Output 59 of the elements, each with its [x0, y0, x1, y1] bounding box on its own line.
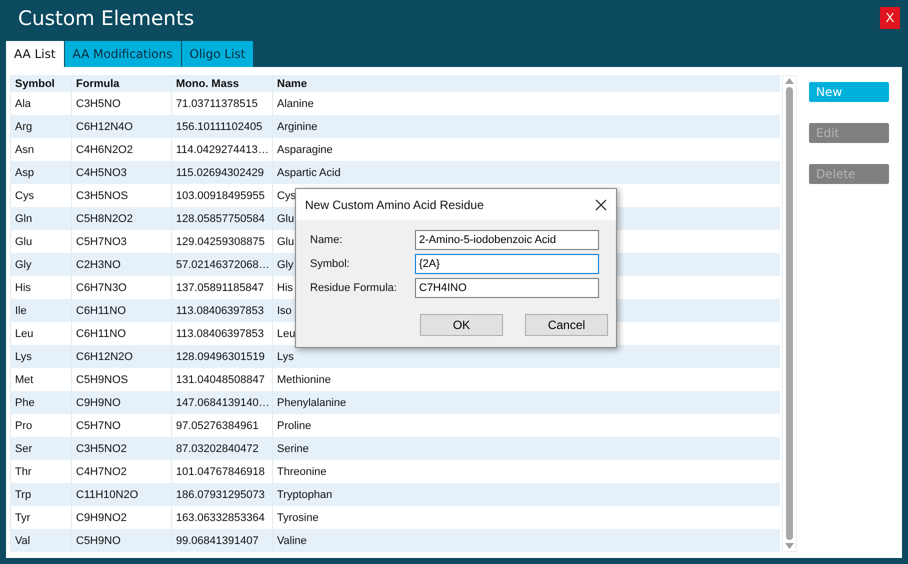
table-cell: C6H12N4O: [72, 115, 172, 138]
table-cell: C3H5NO2: [72, 437, 172, 460]
close-icon[interactable]: [595, 198, 607, 210]
tab[interactable]: AA Modifications: [64, 41, 182, 67]
close-button[interactable]: X: [880, 6, 900, 28]
tab[interactable]: Oligo List: [182, 41, 254, 67]
table-cell: 57.02146372068…: [172, 253, 272, 276]
table-cell: Phenylalanine: [272, 391, 780, 414]
table-cell: 128.05857750584: [172, 207, 272, 230]
table-cell: Asp: [10, 161, 72, 184]
table-cell: 128.09496301519: [172, 345, 272, 368]
dialog-button[interactable]: Cancel: [525, 314, 608, 336]
table-cell: Arg: [10, 115, 72, 138]
scroll-thumb[interactable]: [786, 87, 793, 540]
tab[interactable]: AA List: [6, 41, 65, 67]
input-field[interactable]: {2A}: [415, 254, 599, 274]
table-cell: 186.07931295073: [172, 483, 272, 506]
table-cell: Aspartic Acid: [272, 161, 780, 184]
table-cell: C5H9NO: [72, 529, 172, 552]
table-cell: C9H9NO: [72, 391, 172, 414]
table-cell: Ser: [10, 437, 72, 460]
table-cell: 87.03202840472: [172, 437, 272, 460]
table-cell: Lys: [272, 345, 780, 368]
input-field[interactable]: C7H4INO: [415, 278, 599, 298]
table-cell: C6H11NO: [72, 299, 172, 322]
table-cell: Lys: [10, 345, 72, 368]
table-cell: 115.02694302429: [172, 161, 272, 184]
scroll-up-icon[interactable]: [785, 78, 794, 84]
field-label: Symbol:: [310, 258, 350, 270]
table-cell: C5H8N2O2: [72, 207, 172, 230]
table-cell: C4H5NO3: [72, 161, 172, 184]
table-cell: Gln: [10, 207, 72, 230]
column-header[interactable]: Formula: [72, 75, 172, 92]
dialog-button[interactable]: OK: [420, 314, 503, 336]
table-cell: Phe: [10, 391, 72, 414]
field-label: Name:: [310, 234, 342, 246]
column-header[interactable]: Name: [272, 75, 780, 92]
window-title: Custom Elements: [18, 6, 194, 30]
input-field[interactable]: 2-Amino-5-iodobenzoic Acid: [415, 230, 599, 250]
table-cell: Arginine: [272, 115, 780, 138]
table-cell: Trp: [10, 483, 72, 506]
table-cell: 113.08406397853: [172, 299, 272, 322]
table-cell: Ile: [10, 299, 72, 322]
table-cell: Gly: [10, 253, 72, 276]
table-cell: 99.06841391407: [172, 529, 272, 552]
table-cell: 147.0684139140…: [172, 391, 272, 414]
table-cell: Valine: [272, 529, 780, 552]
scroll-down-icon[interactable]: [785, 543, 794, 549]
table-cell: C11H10N2O: [72, 483, 172, 506]
column-header[interactable]: Mono. Mass: [172, 75, 272, 92]
table-cell: Serine: [272, 437, 780, 460]
column-header[interactable]: Symbol: [10, 75, 72, 92]
field-label: Residue Formula:: [310, 282, 397, 294]
table-cell: Val: [10, 529, 72, 552]
table-cell: C2H3NO: [72, 253, 172, 276]
table-cell: Tryptophan: [272, 483, 780, 506]
scrollbar[interactable]: [782, 75, 797, 552]
table-cell: 156.10111102405: [172, 115, 272, 138]
table-cell: C6H12N2O: [72, 345, 172, 368]
